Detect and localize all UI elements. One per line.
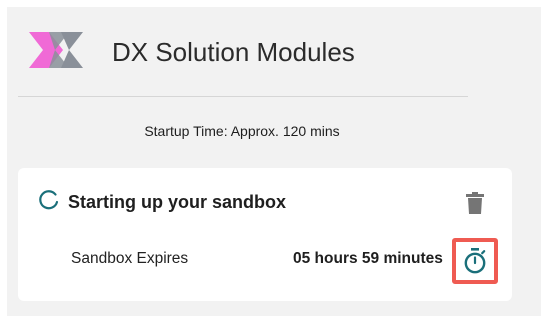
extend-time-button[interactable] [452,238,498,284]
header-divider [18,96,468,97]
dx-solution-modules-panel: DX Solution Modules Startup Time: Approx… [7,7,541,316]
sandbox-card: Starting up your sandbox Sandbox Expires… [18,168,512,301]
sandbox-status-text: Starting up your sandbox [68,192,287,212]
app-title: DX Solution Modules [112,37,355,67]
stopwatch-icon [464,248,486,274]
trash-icon[interactable] [466,192,484,214]
sandbox-expires-label: Sandbox Expires [71,250,189,267]
loading-spinner-icon [39,190,59,210]
dx-logo-icon [29,32,83,68]
startup-time-text: Startup Time: Approx. 120 mins [144,123,340,139]
sandbox-expires-value: 05 hours 59 minutes [293,250,443,267]
